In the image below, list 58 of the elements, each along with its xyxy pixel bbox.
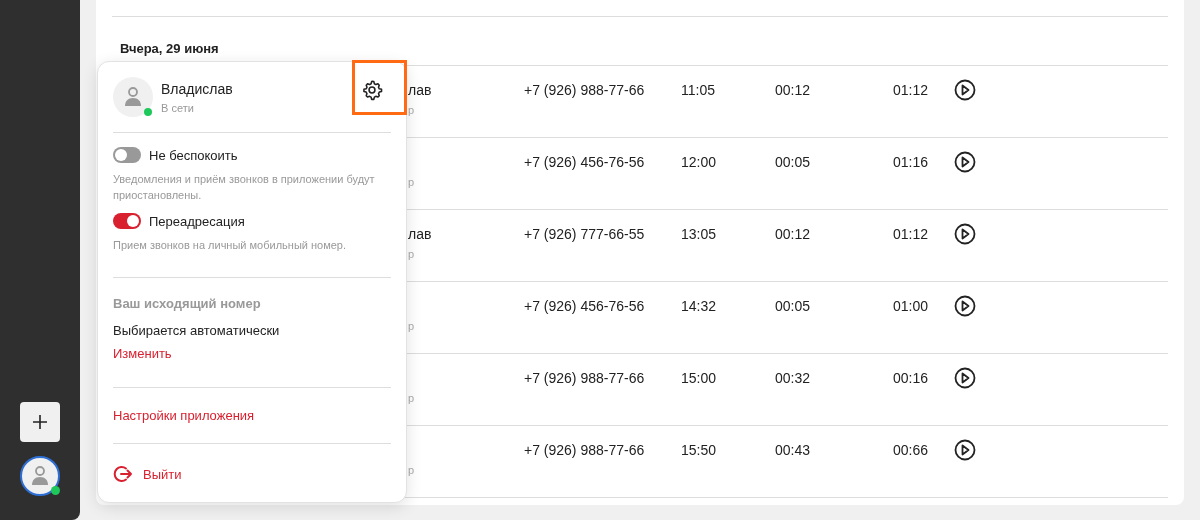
caller-name: лав [408, 82, 433, 98]
plus-icon [32, 414, 48, 430]
section-title: Ваш исходящий номер [113, 296, 262, 311]
phone-number: +7 (926) 456-76-56 [524, 153, 646, 170]
call-time: 12:00 [681, 153, 718, 170]
call-duration: 01:00 [893, 297, 930, 314]
play-icon[interactable] [954, 295, 976, 317]
wait-time: 00:12 [775, 81, 812, 98]
person-icon [30, 465, 50, 487]
caller-detail: р [408, 392, 416, 404]
toggle-label: Переадресация [149, 213, 245, 229]
user-avatar[interactable] [20, 456, 60, 496]
wait-time: 00:05 [775, 153, 812, 170]
toggle-label: Не беспокоить [149, 147, 238, 163]
call-duration: 01:16 [893, 153, 930, 170]
logout-link[interactable]: Выйти [113, 464, 182, 484]
play-icon[interactable] [954, 439, 976, 461]
outgoing-number: Выбирается автоматически [113, 323, 281, 338]
caller-name: лав [408, 226, 433, 242]
change-link[interactable]: Изменить [113, 346, 172, 361]
wait-time: 00:12 [775, 225, 812, 242]
phone-number: +7 (926) 988-77-66 [524, 441, 646, 458]
phone-number: +7 (926) 456-76-56 [524, 297, 646, 314]
call-duration: 00:16 [893, 369, 930, 386]
play-icon[interactable] [954, 223, 976, 245]
app-settings-link[interactable]: Настройки приложения [113, 408, 255, 423]
call-time: 15:00 [681, 369, 718, 386]
call-time: 15:50 [681, 441, 718, 458]
play-icon[interactable] [954, 79, 976, 101]
add-button[interactable] [20, 402, 60, 442]
caller-detail: р [408, 464, 416, 476]
call-time: 14:32 [681, 297, 718, 314]
settings-button[interactable] [361, 79, 383, 101]
caller-detail: р [408, 248, 416, 260]
call-duration: 01:12 [893, 225, 930, 242]
person-icon [123, 86, 143, 108]
wait-time: 00:05 [775, 297, 812, 314]
toggle-description: Уведомления и приём звонков в приложении будут приостановлены. [113, 172, 375, 203]
call-duration: 00:66 [893, 441, 930, 458]
call-time: 11:05 [681, 81, 716, 98]
toggle-switch[interactable] [113, 213, 141, 229]
toggle-switch[interactable] [113, 147, 141, 163]
caller-detail: р [408, 104, 416, 116]
wait-time: 00:43 [775, 441, 812, 458]
play-icon[interactable] [954, 367, 976, 389]
caller-detail: р [408, 176, 416, 188]
toggle-description: Прием звонков на личный мобильный номер. [113, 238, 348, 253]
wait-time: 00:32 [775, 369, 812, 386]
phone-number: +7 (926) 988-77-66 [524, 369, 646, 386]
phone-number: +7 (926) 777-66-55 [524, 225, 646, 242]
call-time: 13:05 [681, 225, 718, 242]
user-name: Владислав [161, 80, 234, 97]
user-status: В сети [161, 101, 195, 114]
phone-number: +7 (926) 988-77-66 [524, 81, 646, 98]
logout-icon [113, 464, 133, 484]
caller-detail: р [408, 320, 416, 332]
call-duration: 01:12 [893, 81, 930, 98]
play-icon[interactable] [954, 151, 976, 173]
